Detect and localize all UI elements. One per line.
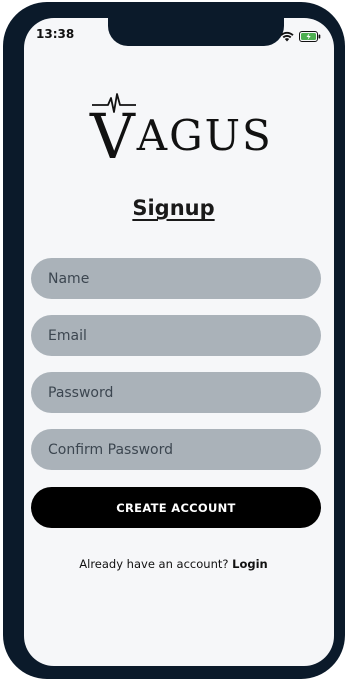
notch — [108, 18, 284, 46]
name-field[interactable] — [31, 258, 321, 299]
battery-charging-icon — [299, 27, 321, 46]
login-prompt: Already have an account? Login — [0, 557, 347, 571]
logo-rest: AGUS — [136, 111, 273, 160]
email-field[interactable] — [31, 315, 321, 356]
confirm-password-field[interactable] — [31, 429, 321, 470]
logo-first-letter: V — [90, 100, 137, 173]
status-icons — [280, 27, 321, 46]
status-time: 13:38 — [36, 27, 75, 41]
password-field[interactable] — [31, 372, 321, 413]
page-title: Signup — [132, 196, 215, 220]
login-prompt-text: Already have an account? — [79, 557, 229, 571]
login-link[interactable]: Login — [232, 557, 268, 571]
vagus-logo: VAGUS — [90, 92, 271, 173]
wifi-icon — [280, 27, 294, 46]
logo-wordmark: VAGUS — [90, 100, 273, 173]
create-account-button[interactable]: CREATE ACCOUNT — [31, 487, 321, 528]
